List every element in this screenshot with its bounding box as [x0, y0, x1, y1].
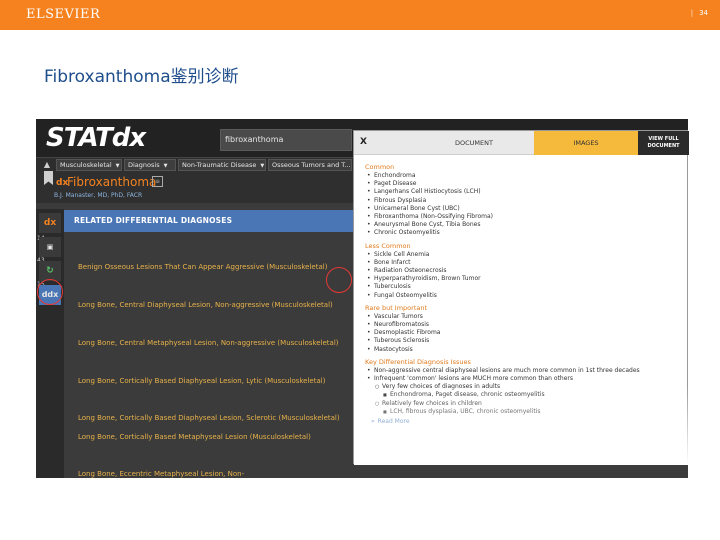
list-item[interactable]: Paget Disease: [365, 180, 689, 188]
left-rail: dx 14 ▣ 43 ↻ 15 ddx: [36, 209, 64, 478]
rail-images-button[interactable]: ▣: [39, 237, 61, 257]
document-header: dx Fibroxanthoma ≡ B.J. Manaster, MD, Ph…: [36, 171, 354, 203]
refresh-icon: ↻: [46, 266, 54, 276]
list-item[interactable]: Unicameral Bone Cyst (UBC): [365, 205, 689, 213]
section-less-common: Less Common: [365, 241, 411, 250]
ddx-popup: X DOCUMENT IMAGES VIEW FULL DOCUMENT Comm…: [353, 130, 689, 465]
document-info-icon[interactable]: ≡: [152, 176, 163, 187]
chevron-down-icon: ▼: [163, 163, 168, 169]
tab-images[interactable]: IMAGES: [534, 131, 638, 155]
view-full-line2: DOCUMENT: [647, 143, 680, 149]
highlight-circle: [37, 279, 63, 305]
list-item: Very few choices of diagnoses in adults: [365, 383, 689, 391]
view-full-document-button[interactable]: VIEW FULL DOCUMENT: [638, 131, 689, 155]
nav-osseous-tumors-label: Osseous Tumors and T...: [272, 161, 351, 169]
bookmark-icon[interactable]: [44, 171, 53, 185]
section-key-issues: Key Differential Diagnosis Issues: [365, 357, 471, 366]
nav-musculoskeletal-label: Musculoskeletal: [60, 161, 112, 169]
elsevier-logo: ELSEVIER: [26, 7, 101, 22]
rail-dx-button[interactable]: dx: [39, 213, 61, 233]
nav-osseous-tumors[interactable]: Osseous Tumors and T...: [268, 159, 352, 171]
list-item[interactable]: Tuberculosis: [365, 283, 689, 291]
list-item[interactable]: [64, 311, 384, 339]
key-sub-list: Relatively few choices in children: [365, 400, 689, 408]
ddx-label[interactable]: Long Bone, Central Metaphyseal Lesion, N…: [78, 339, 339, 347]
view-full-line1: VIEW FULL: [648, 136, 679, 142]
list-item: Non-aggressive central diaphyseal lesion…: [365, 367, 689, 375]
highlight-circle: [326, 267, 352, 293]
document-title: Fibroxanthoma: [67, 175, 157, 189]
home-icon[interactable]: ▲: [42, 160, 52, 170]
less-common-list: Sickle Cell Anemia Bone Infarct Radiatio…: [365, 251, 689, 300]
ddx-label[interactable]: Long Bone, Cortically Based Diaphyseal L…: [78, 414, 340, 422]
list-item[interactable]: Neurofibromatosis: [365, 321, 689, 329]
list-item: Enchondroma, Paget disease, chronic oste…: [365, 391, 689, 399]
chevron-down-icon: ▼: [115, 163, 120, 169]
ddx-label[interactable]: Long Bone, Eccentric Metaphyseal Lesion,…: [78, 470, 244, 478]
document-author[interactable]: B.J. Manaster, MD, PhD, FACR: [54, 192, 142, 199]
list-item[interactable]: Chronic Osteomyelitis: [365, 229, 689, 237]
read-more-link[interactable]: Read More: [365, 418, 689, 425]
list-item[interactable]: Enchondroma: [365, 172, 689, 180]
common-list: Enchondroma Paget Disease Langerhans Cel…: [365, 172, 689, 238]
list-item: LCH, fibrous dysplasia, UBC, chronic ost…: [365, 408, 689, 416]
popup-tabs: X DOCUMENT IMAGES VIEW FULL DOCUMENT: [354, 131, 689, 155]
list-item[interactable]: Vascular Tumors: [365, 313, 689, 321]
ddx-label[interactable]: Benign Osseous Lesions That Can Appear A…: [78, 263, 327, 271]
page-number: | 34: [690, 9, 708, 17]
list-item[interactable]: Fibroxanthoma (Non-Ossifying Fibroma): [365, 213, 689, 221]
related-ddx-header: RELATED DIFFERENTIAL DIAGNOSES: [64, 210, 354, 232]
slide-title: Fibroxanthoma鉴别诊断: [44, 67, 239, 87]
nav-non-traumatic-label: Non-Traumatic Disease: [182, 161, 257, 169]
list-item[interactable]: Mastocytosis: [365, 346, 689, 354]
list-item[interactable]: Sickle Cell Anemia: [365, 251, 689, 259]
tab-document[interactable]: DOCUMENT: [414, 131, 534, 155]
list-item[interactable]: Bone Infarct: [365, 259, 689, 267]
list-item: Infrequent 'common' lesions are MUCH mor…: [365, 375, 689, 383]
list-item[interactable]: Hyperparathyroidism, Brown Tumor: [365, 275, 689, 283]
ddx-label[interactable]: Long Bone, Cortically Based Metaphyseal …: [78, 433, 311, 441]
list-item[interactable]: Tuberous Sclerosis: [365, 337, 689, 345]
list-item[interactable]: Desmoplastic Fibroma: [365, 329, 689, 337]
section-rare: Rare but Important: [365, 303, 428, 312]
list-item[interactable]: Long Bone, Eccentric Metaphyseal Lesion,…: [64, 467, 382, 478]
breadcrumb-nav: ▲ Musculoskeletal ▼ Diagnosis ▼ Non-Trauma…: [36, 157, 354, 171]
statdx-logo[interactable]: STATdx: [46, 123, 146, 153]
section-common: Common: [365, 163, 395, 171]
slide-header-bar: ELSEVIER | 34: [0, 0, 720, 30]
key-issues-list: Non-aggressive central diaphyseal lesion…: [365, 367, 689, 384]
list-item[interactable]: Aneurysmal Bone Cyst, Tibia Bones: [365, 221, 689, 229]
chevron-down-icon: ▼: [260, 163, 265, 169]
key-sub-sub-list: Enchondroma, Paget disease, chronic oste…: [365, 391, 689, 399]
ddx-list: Benign Osseous Lesions That Can Appear A…: [64, 232, 384, 478]
list-item[interactable]: Langerhans Cell Histiocytosis (LCH): [365, 188, 689, 196]
ddx-label[interactable]: Long Bone, Central Diaphyseal Lesion, No…: [78, 301, 333, 309]
key-sub-sub-list: LCH, fibrous dysplasia, UBC, chronic ost…: [365, 408, 689, 416]
nav-musculoskeletal[interactable]: Musculoskeletal ▼: [56, 159, 122, 171]
key-sub-list: Very few choices of diagnoses in adults: [365, 383, 689, 391]
list-item[interactable]: Fibrous Dysplasia: [365, 197, 689, 205]
search-input[interactable]: fibroxanthoma: [220, 129, 352, 151]
nav-diagnosis-label: Diagnosis: [128, 161, 160, 169]
nav-diagnosis[interactable]: Diagnosis ▼: [124, 159, 176, 171]
image-icon: ▣: [46, 243, 54, 251]
list-item[interactable]: Radiation Osteonecrosis: [365, 267, 689, 275]
close-button[interactable]: X: [360, 137, 367, 147]
rail-refresh-button[interactable]: ↻: [39, 261, 61, 281]
list-item: Relatively few choices in children: [365, 400, 689, 408]
list-item[interactable]: Fungal Osteomyelitis: [365, 292, 689, 300]
ddx-label[interactable]: Long Bone, Cortically Based Diaphyseal L…: [78, 377, 325, 385]
page-number-value: 34: [699, 9, 708, 17]
rare-list: Vascular Tumors Neurofibromatosis Desmop…: [365, 313, 689, 354]
nav-non-traumatic[interactable]: Non-Traumatic Disease ▼: [178, 159, 266, 171]
popup-content: Common Enchondroma Paget Disease Langerh…: [354, 155, 689, 465]
